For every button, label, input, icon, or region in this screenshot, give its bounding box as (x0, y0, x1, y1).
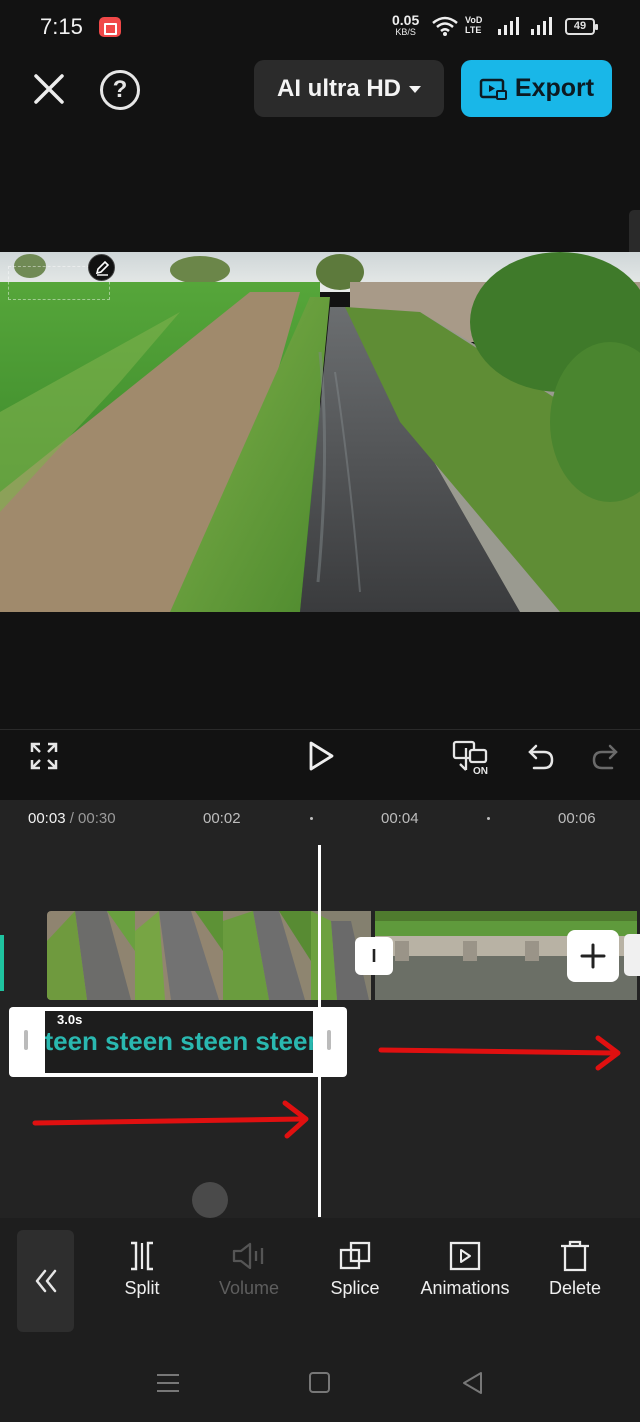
split-button[interactable]: Split (112, 1240, 172, 1299)
play-icon (309, 741, 334, 771)
track-indicator (0, 935, 4, 991)
battery-icon: 49 (565, 18, 598, 35)
video-clip[interactable] (47, 911, 371, 1000)
splice-button[interactable]: Splice (325, 1240, 385, 1299)
delete-label: Delete (548, 1278, 602, 1298)
wifi-icon (432, 16, 458, 36)
ruler-mark: 00:06 (558, 810, 596, 827)
signal-icon (531, 17, 552, 35)
screen-record-icon (99, 17, 121, 37)
delete-button[interactable]: Delete (542, 1240, 608, 1299)
touch-indicator (192, 1182, 228, 1218)
delete-icon (561, 1240, 589, 1272)
main-track-sync-button[interactable]: ON (452, 740, 494, 777)
total-time: / 00:30 (69, 810, 116, 827)
trim-handle-left[interactable] (24, 1030, 28, 1050)
trim-handle-right[interactable] (327, 1030, 331, 1050)
fullscreen-button[interactable] (29, 741, 59, 771)
playhead[interactable] (318, 845, 321, 1217)
quality-label: AI ultra HD (276, 74, 401, 102)
volte-top: VoD (465, 15, 483, 25)
add-clip-button[interactable] (567, 930, 619, 982)
recent-apps-button[interactable] (156, 1372, 180, 1394)
volte-icon: VoD LTE (465, 15, 482, 35)
ruler-mark: 00:04 (381, 810, 419, 827)
help-icon: ? (112, 76, 128, 103)
ruler-mark: 00:02 (203, 810, 241, 827)
redo-button[interactable] (590, 740, 620, 772)
clip-edge (624, 934, 640, 976)
animations-button[interactable]: Animations (413, 1240, 517, 1299)
transition-button[interactable]: I (355, 937, 393, 975)
undo-icon (528, 744, 554, 770)
collapse-button[interactable] (17, 1230, 74, 1332)
splice-icon (339, 1241, 371, 1270)
plus-icon (580, 943, 606, 969)
play-button[interactable] (305, 740, 337, 772)
caret-down-icon (409, 86, 421, 93)
signal-icon (498, 17, 519, 35)
network-speed: 0.05 KB/S (392, 13, 419, 38)
text-clip-duration: 3.0s (57, 1012, 83, 1027)
export-button[interactable]: Export (461, 60, 612, 117)
annotation-arrow (378, 1035, 621, 1071)
animations-label: Animations (420, 1278, 510, 1298)
preview-frame (0, 252, 640, 612)
splice-label: Splice (330, 1278, 380, 1298)
undo-button[interactable] (526, 740, 556, 772)
edit-text-button[interactable] (88, 254, 115, 281)
split-label: Split (124, 1278, 160, 1298)
video-preview[interactable] (0, 252, 640, 612)
close-icon (34, 74, 64, 104)
network-speed-unit: KB/S (395, 27, 416, 37)
svg-text:ON: ON (473, 766, 488, 776)
divider (0, 729, 640, 730)
text-clip-body: 3.0s steen steen steen steen (45, 1011, 313, 1073)
export-icon (479, 78, 507, 100)
sync-on-icon: ON (452, 740, 488, 777)
clip-thumbnails (47, 911, 371, 1000)
close-button[interactable] (28, 68, 70, 110)
volume-label: Volume (218, 1278, 280, 1298)
pencil-icon (95, 260, 110, 276)
double-chevron-left-icon (35, 1269, 57, 1293)
back-button[interactable] (461, 1371, 485, 1395)
back-triangle-icon (463, 1372, 482, 1394)
animations-icon (449, 1241, 481, 1271)
volte-bottom: LTE (465, 25, 482, 35)
quality-dropdown[interactable]: AI ultra HD (254, 60, 444, 117)
fullscreen-icon (30, 742, 58, 770)
time-display: 00:03 / 00:30 (28, 810, 116, 827)
ruler-dot (487, 817, 490, 820)
status-bar: 7:15 0.05 KB/S VoD LTE 49 (0, 0, 640, 56)
menu-icon (157, 1374, 179, 1392)
status-time: 7:15 (40, 14, 83, 39)
split-icon (131, 1241, 153, 1271)
home-button[interactable] (309, 1372, 330, 1393)
help-button[interactable]: ? (100, 70, 140, 110)
current-time: 00:03 (28, 810, 66, 827)
text-clip-content: steen steen steen steen (45, 1026, 313, 1056)
ruler-dot (310, 817, 313, 820)
volume-icon (232, 1242, 264, 1270)
annotation-arrow (32, 1100, 309, 1139)
redo-icon (592, 744, 618, 770)
export-label: Export (514, 74, 595, 102)
volume-button[interactable]: Volume (213, 1240, 285, 1299)
